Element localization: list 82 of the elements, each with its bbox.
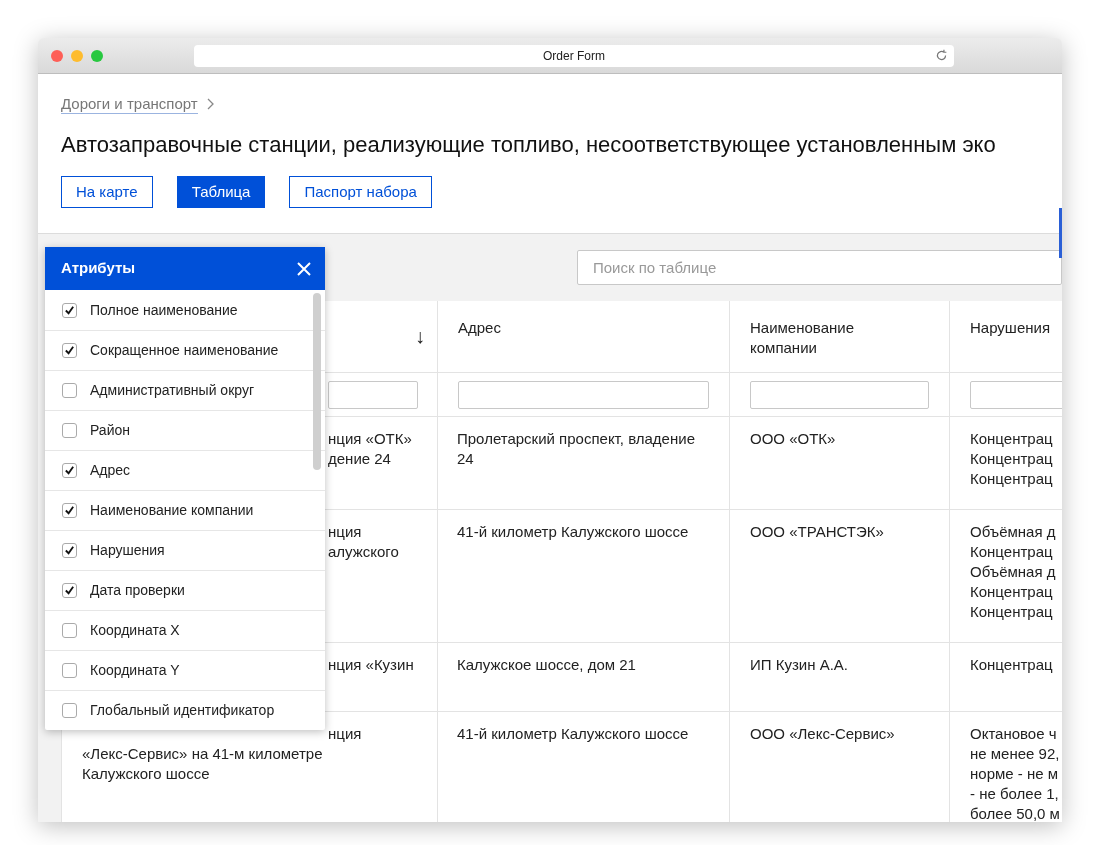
minimize-window-icon[interactable] [71,49,83,62]
attribute-item[interactable]: Наименование компании [45,490,325,530]
table-cell-text: ИП Кузин А.А. [750,655,850,675]
table-cell-text: не менее 92, [970,744,1061,764]
table-cell-text: норме - не м [970,764,1060,784]
attribute-label: Координата Y [90,661,180,680]
column-filter-field[interactable] [458,381,709,409]
table-cell-text: «Лекс-Сервис» на 41-м километре [82,744,324,764]
attribute-label: Адрес [90,461,131,480]
table-cell-text: нция «Кузин [328,655,414,675]
table-cell-text: Октановое ч [970,724,1058,744]
checkbox[interactable] [62,583,77,598]
sort-arrow[interactable]: ↓ [415,325,425,347]
table-cell-text: ООО «ТРАНСТЭК» [750,522,885,542]
breadcrumb-link[interactable]: Дороги и транспорт [61,94,198,114]
attribute-label: Координата X [90,621,180,640]
checkbox[interactable] [62,463,77,478]
table-cell-text: Концентрац [970,602,1054,622]
attribute-label: Административный округ [90,381,254,400]
attribute-item[interactable]: Полное наименование [45,290,325,330]
table-cell-text: Калужское шоссе, дом 21 [457,655,637,675]
attribute-item[interactable]: Координата X [45,610,325,650]
table-cell-text: дение 24 [328,449,391,469]
checkbox[interactable] [62,343,77,358]
attribute-label: Глобальный идентификатор [90,701,275,720]
table-cell-text: Концентрац [970,655,1054,675]
view-tab[interactable]: Паспорт набора [289,176,432,208]
attribute-label: Нарушения [90,541,165,560]
table-cell-text: ООО «ОТК» [750,429,837,449]
column-header[interactable]: Наименование компании [750,318,900,358]
table-cell-text: Пролетарский проспект, владение 24 [457,429,696,469]
checkbox[interactable] [62,703,77,718]
reload-icon[interactable] [935,49,948,62]
table-cell-text: Объёмная д [970,522,1057,542]
close-window-icon[interactable] [51,49,63,62]
checkbox[interactable] [62,623,77,638]
table-cell-text: - не более 1, [970,784,1060,804]
table-cell-text: Концентрац [970,449,1054,469]
checkbox[interactable] [62,383,77,398]
table-cell-text: Концентрац [970,429,1054,449]
table-cell-text: нция [328,724,362,744]
table-cell-text: 41-й километр Калужского шоссе [457,522,690,542]
column-header[interactable]: Адрес [458,318,608,338]
table-cell-text: Концентрац [970,582,1054,602]
table-cell-text: Концентрац [970,542,1054,562]
chevron-right-icon [205,98,214,110]
table-cell-text: 41-й километр Калужского шоссе [457,724,690,744]
search-field[interactable]: Поиск по таблице [577,250,1062,285]
checkbox[interactable] [62,503,77,518]
attribute-item[interactable]: Дата проверки [45,570,325,610]
panel-title: Атрибуты [61,258,136,279]
table-cell-text: ООО «Лекс-Сервис» [750,724,896,744]
checkbox[interactable] [62,663,77,678]
table-cell-text: Объёмная д [970,562,1057,582]
table-cell-text: алужского [328,542,399,562]
column-filter-field[interactable] [328,381,418,409]
checkbox[interactable] [62,543,77,558]
view-tab[interactable]: На карте [61,176,153,208]
table-cell-text: нция «ОТК» [328,429,412,449]
attribute-label: Сокращенное наименование [90,341,279,360]
table-cell-text: Калужского шоссе [82,764,211,784]
attribute-item[interactable]: Нарушения [45,530,325,570]
checkbox[interactable] [62,423,77,438]
attribute-item[interactable]: Глобальный идентификатор [45,690,325,730]
view-tab[interactable]: Таблица [176,176,266,208]
table-cell-text: более 50,0 м [970,804,1061,822]
zoom-window-icon[interactable] [91,49,103,62]
table-cell-text: Концентрац [970,469,1054,489]
scrollbar-thumb[interactable] [313,293,321,470]
table-cell-text: нция [328,522,362,542]
attribute-item[interactable]: Координата Y [45,650,325,690]
window-title: Order Form [543,47,605,65]
address-bar[interactable]: Order Form [194,44,954,67]
attribute-label: Район [90,421,130,440]
attribute-label: Дата проверки [90,581,185,600]
column-filter-field[interactable] [750,381,929,409]
page-heading: Автозаправочные станции, реализующие топливо, несоответствующее установленным эко [61,131,997,159]
checkbox[interactable] [62,302,77,318]
attribute-label: Полное наименование [90,300,238,320]
close-icon[interactable] [297,261,311,276]
column-header[interactable]: Нарушения [970,318,1062,338]
attribute-label: Наименование компании [90,501,254,520]
